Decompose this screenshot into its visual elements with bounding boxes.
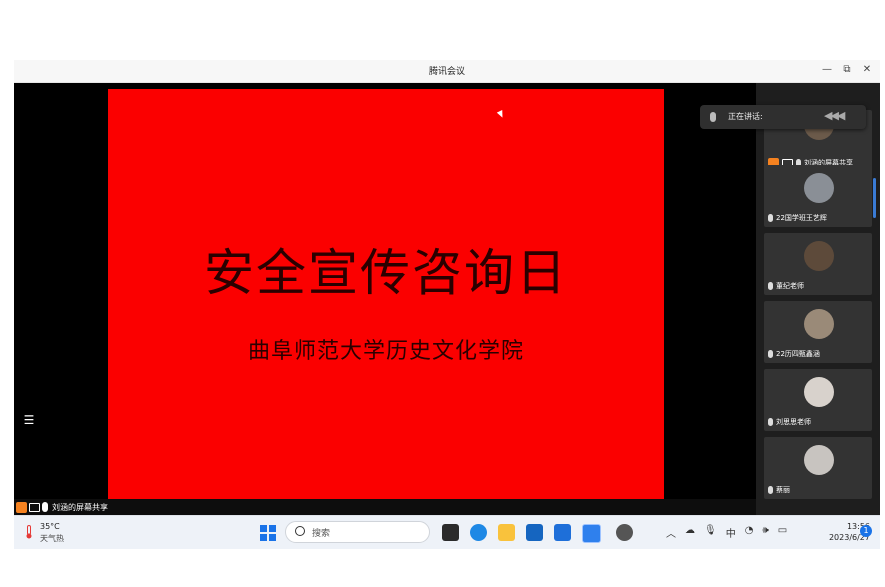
minimize-button[interactable]: —	[818, 62, 836, 78]
thermometer-icon	[26, 525, 32, 539]
mouse-cursor-icon	[496, 110, 506, 119]
microphone-icon	[42, 502, 48, 512]
weather-temperature[interactable]: 35°C	[40, 522, 60, 531]
participant-name: 董纪老师	[776, 282, 804, 290]
search-placeholder: 搜索	[312, 529, 331, 539]
participant-avatar	[804, 173, 834, 203]
window-title-bar: 腾讯会议 — ⧉ ✕	[14, 60, 880, 83]
participant-avatar	[804, 241, 834, 271]
microphone-icon	[768, 282, 773, 290]
microphone-tray-icon[interactable]: 🎙	[704, 525, 717, 540]
weather-description[interactable]: 天气热	[40, 533, 64, 544]
participant-name: 刘思思老师	[776, 418, 811, 426]
user-icon	[16, 501, 27, 513]
participant-tile[interactable]: 22历四甄鑫涵	[764, 301, 872, 363]
audio-wave-icon: ◀◀◀	[824, 109, 845, 122]
close-button[interactable]: ✕	[858, 62, 876, 78]
microphone-icon	[768, 418, 773, 426]
participant-panel: 刘涵的屏幕共享 22国学班王艺辉 董纪老师 22历四甄鑫涵 刘思思老师 蔡丽 正…	[700, 83, 880, 515]
speaking-label: 正在讲话:	[728, 112, 763, 121]
system-tray: ︿ ☁ 🎙 中 ◔ 🕪 ▭	[666, 525, 787, 540]
screen-share-icon	[29, 502, 40, 512]
edge-browser-icon[interactable]	[470, 524, 487, 541]
file-explorer-icon[interactable]	[498, 524, 515, 541]
tray-overflow-chevron-icon[interactable]: ︿	[666, 525, 676, 540]
taskbar-search-box[interactable]: 搜索	[285, 521, 430, 543]
store-icon[interactable]	[526, 524, 543, 541]
participant-tile[interactable]: 22国学班王艺辉	[764, 165, 872, 227]
screen-share-text: 刘涵的屏幕共享	[52, 502, 108, 512]
participant-tile[interactable]: 蔡丽	[764, 437, 872, 499]
participant-tile[interactable]: 董纪老师	[764, 233, 872, 295]
notification-badge[interactable]: 1	[860, 525, 872, 537]
microphone-icon	[768, 350, 773, 358]
task-view-icon[interactable]	[442, 524, 459, 541]
slide-title: 安全宣传咨询日	[204, 244, 568, 302]
panel-scrollbar[interactable]	[873, 178, 876, 218]
participant-avatar	[804, 445, 834, 475]
mail-icon[interactable]	[554, 524, 571, 541]
window-title: 腾讯会议	[428, 67, 465, 77]
volume-icon[interactable]: 🕪	[762, 525, 768, 540]
search-icon	[295, 526, 305, 536]
taskbar: 35°C 天气热 搜索 ︿ ☁ 🎙 中 ◔ 🕪 ▭ 13:56 2023/6/2…	[14, 515, 880, 549]
participant-label: 蔡丽	[768, 484, 790, 496]
presentation-slide: 安全宣传咨询日 曲阜师范大学历史文化学院	[108, 89, 664, 507]
microphone-icon	[768, 214, 773, 222]
speaking-indicator: 正在讲话: ◀◀◀	[700, 105, 866, 129]
participant-label: 刘思思老师	[768, 416, 811, 428]
screen-share-label: 刘涵的屏幕共享	[16, 500, 108, 514]
participant-name: 蔡丽	[776, 486, 790, 494]
participant-avatar	[804, 377, 834, 407]
input-language-indicator[interactable]: 中	[726, 525, 736, 540]
restore-button[interactable]: ⧉	[838, 62, 856, 78]
participant-name: 22历四甄鑫涵	[776, 350, 820, 358]
pinned-app-icon[interactable]	[616, 524, 633, 541]
wifi-icon[interactable]: ◔	[745, 525, 754, 540]
participant-label: 22国学班王艺辉	[768, 212, 827, 224]
microphone-icon	[768, 486, 773, 494]
slide-subtitle: 曲阜师范大学历史文化学院	[247, 339, 524, 364]
shared-screen-area: 安全宣传咨询日 曲阜师范大学历史文化学院 ☰ 刘涵的屏幕共享	[14, 83, 756, 515]
screen-share-bar: 刘涵的屏幕共享	[14, 499, 756, 515]
member-list-toggle-icon[interactable]: ☰	[22, 413, 36, 427]
microphone-icon	[710, 112, 716, 122]
participant-label: 董纪老师	[768, 280, 804, 292]
participant-avatar	[804, 309, 834, 339]
battery-icon[interactable]: ▭	[778, 525, 787, 540]
windows-start-button[interactable]	[260, 525, 276, 541]
participant-tile[interactable]: 刘思思老师	[764, 369, 872, 431]
participant-label: 22历四甄鑫涵	[768, 348, 820, 360]
tencent-meeting-icon[interactable]	[582, 524, 601, 543]
participant-name: 22国学班王艺辉	[776, 214, 827, 222]
cloud-icon[interactable]: ☁	[685, 525, 695, 540]
